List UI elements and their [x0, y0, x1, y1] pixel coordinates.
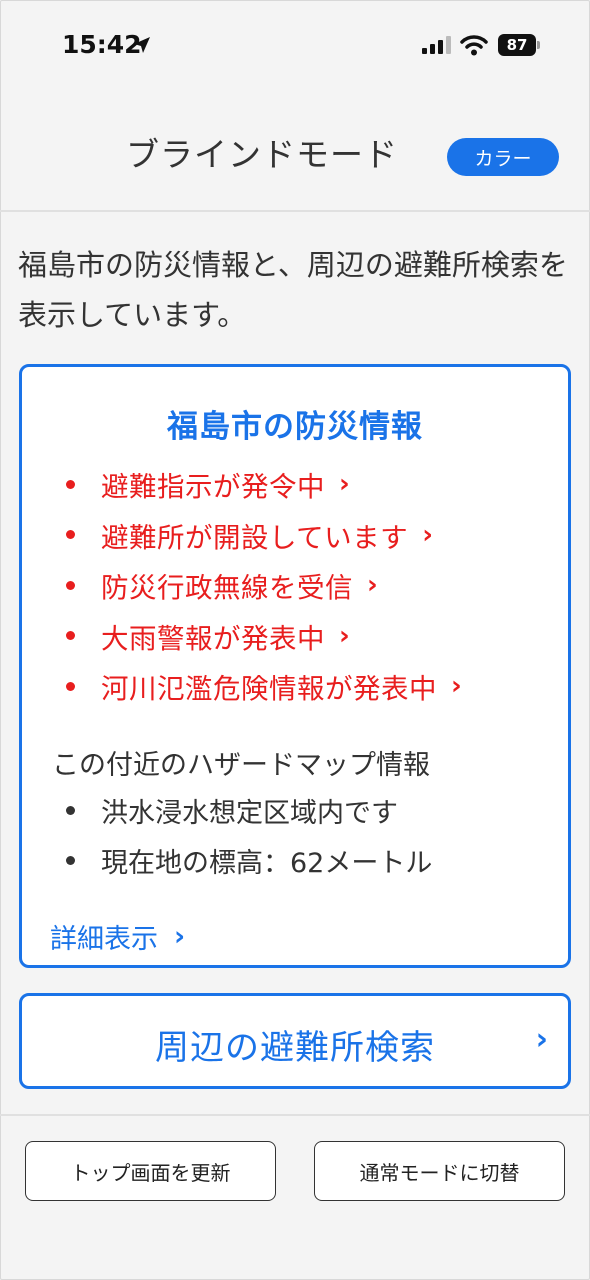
status-time: 15:42: [62, 30, 142, 59]
hazard-label: 現在地の標高：62メートル: [101, 847, 433, 879]
header: ブラインドモード カラー: [0, 95, 590, 212]
status-bar: 15:42 87: [0, 0, 590, 95]
alert-label: 河川氾濫危険情報が発表中: [101, 673, 437, 706]
alert-label: 避難指示が発令中: [101, 471, 325, 504]
disaster-info-card: 福島市の防災情報 避難指示が発令中 › 避難所が開設しています › 防災行政無線…: [19, 364, 571, 968]
card-title: 福島市の防災情報: [167, 409, 423, 445]
switch-normal-mode-button[interactable]: 通常モードに切替: [314, 1141, 565, 1201]
alert-item-radio-broadcast[interactable]: 防災行政無線を受信 ›: [66, 560, 462, 611]
bullet-icon: [66, 681, 75, 691]
wifi-icon: [460, 35, 488, 56]
battery-level: 87: [506, 36, 528, 54]
alert-label: 避難所が開設しています: [101, 521, 409, 554]
hazard-list: 洪水浸水想定区域内です 現在地の標高：62メートル: [66, 785, 432, 885]
shelter-search-button[interactable]: 周辺の避難所検索 ›: [19, 993, 571, 1089]
intro-text: 福島市の防災情報と、周辺の避難所検索を表示しています。: [18, 248, 568, 332]
alert-list: 避難指示が発令中 › 避難所が開設しています › 防災行政無線を受信 › 大雨警…: [66, 459, 462, 712]
hazard-item: 現在地の標高：62メートル: [66, 835, 432, 885]
detail-link-label: 詳細表示: [50, 924, 158, 955]
color-mode-button[interactable]: カラー: [447, 138, 559, 176]
chevron-right-icon: ›: [367, 570, 379, 601]
hazard-item: 洪水浸水想定区域内です: [66, 785, 432, 835]
battery-tip: [537, 41, 540, 49]
chevron-right-icon: ›: [451, 671, 463, 702]
alert-item-shelter-open[interactable]: 避難所が開設しています ›: [66, 510, 462, 561]
bullet-icon: [66, 855, 75, 865]
alert-label: 防災行政無線を受信: [101, 572, 353, 605]
alert-item-heavy-rain-warning[interactable]: 大雨警報が発表中 ›: [66, 611, 462, 662]
battery-icon: 87: [498, 34, 536, 56]
signal-icon: [422, 36, 451, 54]
location-arrow-icon: [134, 37, 150, 53]
bullet-icon: [66, 805, 75, 815]
alert-label: 大雨警報が発表中: [101, 622, 325, 655]
page-title: ブラインドモード: [126, 135, 398, 174]
chevron-right-icon: ›: [339, 469, 351, 500]
shelter-search-label: 周辺の避難所検索: [155, 1028, 435, 1068]
alert-item-evacuation-order[interactable]: 避難指示が発令中 ›: [66, 459, 462, 510]
divider: [0, 1114, 590, 1116]
detail-link[interactable]: 詳細表示 ›: [50, 917, 185, 956]
bullet-icon: [66, 580, 75, 590]
hazard-map-heading: この付近のハザードマップ情報: [52, 750, 430, 781]
alert-item-river-flood-danger[interactable]: 河川氾濫危険情報が発表中 ›: [66, 661, 462, 712]
chevron-right-icon: ›: [535, 1022, 548, 1057]
hazard-label: 洪水浸水想定区域内です: [101, 797, 398, 829]
chevron-right-icon: ›: [422, 519, 434, 550]
chevron-right-icon: ›: [174, 921, 186, 952]
bullet-icon: [66, 479, 75, 489]
bullet-icon: [66, 631, 75, 641]
chevron-right-icon: ›: [339, 620, 351, 651]
refresh-top-button[interactable]: トップ画面を更新: [25, 1141, 276, 1201]
bullet-icon: [66, 530, 75, 540]
